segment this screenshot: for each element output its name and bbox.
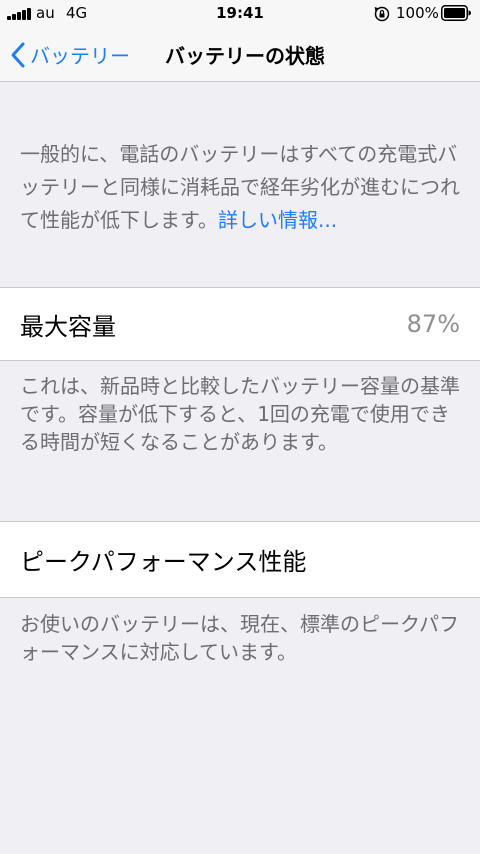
max-capacity-label: 最大容量	[20, 312, 116, 341]
battery-percentage: 100%	[396, 4, 439, 22]
battery-icon	[441, 5, 471, 21]
back-button[interactable]: バッテリー	[10, 28, 130, 81]
intro-text: 一般的に、電話のバッテリーはすべての充電式バッテリーと同様に消耗品で経年劣化が進…	[20, 138, 460, 237]
peak-performance-description: お使いのバッテリーは、現在、標準のピークパフォーマンスに対応しています。	[20, 612, 459, 664]
page-title: バッテリーの状態	[165, 44, 325, 68]
peak-performance-label: ピークパフォーマンス性能	[20, 548, 307, 576]
rotation-lock-icon	[374, 6, 390, 22]
status-bar: au 4G 19:41 100%	[0, 0, 480, 28]
navigation-bar: バッテリー バッテリーの状態	[0, 28, 480, 82]
peak-performance-row: ピークパフォーマンス性能	[0, 521, 480, 598]
learn-more-link[interactable]: 詳しい情報...	[218, 208, 337, 232]
chevron-left-icon	[11, 42, 25, 67]
back-button-label: バッテリー	[30, 44, 130, 68]
max-capacity-value: 87%	[406, 310, 460, 338]
max-capacity-row: 最大容量 87%	[0, 287, 480, 361]
max-capacity-description: これは、新品時と比較したバッテリー容量の基準です。容量が低下すると、1回の充電で…	[20, 374, 460, 454]
